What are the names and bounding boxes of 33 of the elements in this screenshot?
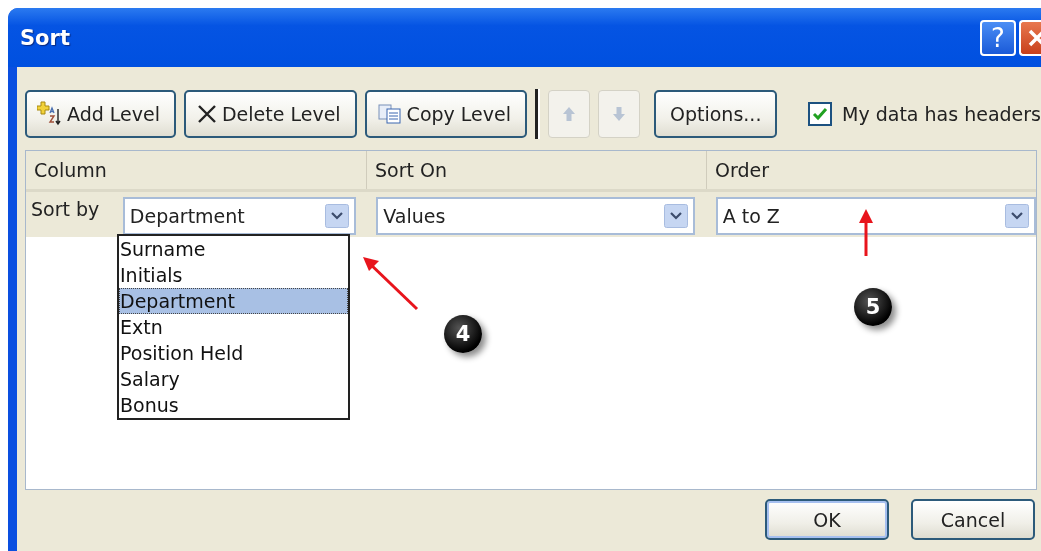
options-button[interactable]: Options...: [654, 90, 778, 138]
checkbox[interactable]: [808, 102, 832, 126]
row-label: Sort by: [30, 197, 101, 220]
delete-level-button[interactable]: Delete Level: [184, 90, 357, 138]
step-number-badge: 5: [854, 288, 892, 326]
up-arrow-icon: [562, 106, 576, 122]
copy-icon: [376, 103, 403, 125]
column-header: Sort On: [366, 151, 706, 189]
help-button[interactable]: ?: [980, 19, 1016, 56]
check-icon: [812, 106, 828, 122]
ok-button[interactable]: OK: [765, 499, 889, 540]
headers-checkbox[interactable]: My data has headers: [808, 102, 1041, 126]
dropdown-option[interactable]: Department: [119, 288, 348, 314]
dropdown-option[interactable]: Surname: [119, 236, 348, 262]
add-level-button[interactable]: Add Level: [25, 90, 176, 138]
delete-icon: [196, 103, 218, 125]
add-sort-icon: [37, 101, 63, 127]
cancel-button[interactable]: Cancel: [911, 499, 1035, 540]
column-header: Order: [706, 151, 1026, 189]
annotation-arrow: [858, 208, 874, 258]
down-arrow-icon: [612, 106, 626, 122]
dropdown-option[interactable]: Initials: [119, 262, 348, 288]
dropdown-option[interactable]: Bonus: [119, 392, 348, 418]
sort-on-dropdown[interactable]: Values: [376, 197, 695, 235]
dropdown-option[interactable]: Position Held: [119, 340, 348, 366]
step-number-badge: 4: [444, 315, 482, 353]
dropdown-option[interactable]: Salary: [119, 366, 348, 392]
dropdown-option[interactable]: Extn: [119, 314, 348, 340]
copy-level-button[interactable]: Copy Level: [364, 90, 527, 138]
window-title: Sort: [20, 25, 71, 50]
column-header: Column: [33, 158, 108, 183]
order-dropdown[interactable]: A to Z: [715, 197, 1036, 235]
column-dropdown[interactable]: Department: [122, 197, 357, 235]
